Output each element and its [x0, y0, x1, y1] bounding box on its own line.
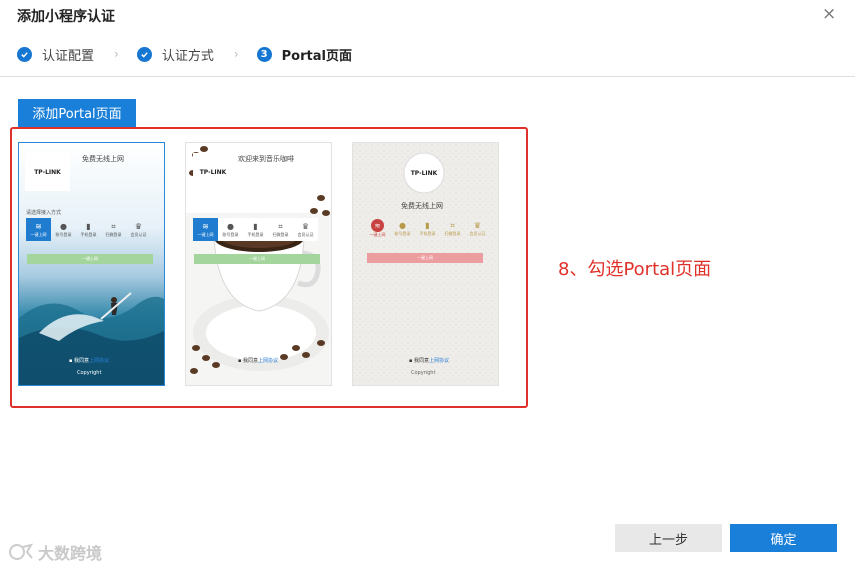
method-label: 一键上网: [197, 231, 214, 237]
add-portal-page-tab[interactable]: 添加Portal页面: [18, 99, 136, 126]
auth-method-oneclick: ≋ 一键上网: [26, 218, 51, 241]
step-number: 3: [256, 46, 272, 62]
method-label: 账号登录: [394, 230, 411, 236]
previous-step-button[interactable]: 上一步: [615, 524, 722, 552]
step-auth-method: 认证方式: [136, 45, 214, 64]
auth-method-oneclick: ≋ 一键上网: [193, 218, 218, 241]
portal-template-card-3[interactable]: TP-LINK 免费无线上网 ≋ 一键上网 ● 账号登录 ▮ 手机登录 ⌗ 扫微登录 ♛…: [352, 142, 499, 386]
agreement-line: ▪ 我同意上网协议: [69, 358, 110, 364]
method-label: 扫微登录: [444, 230, 461, 236]
texture-background-image: [353, 143, 498, 385]
method-label: 请选择接入方式: [26, 210, 62, 216]
template-title: 欢迎来到音乐咖啡: [238, 155, 294, 163]
step-label: 认证方式: [161, 48, 214, 64]
phone-icon: ▮: [253, 221, 258, 231]
agreement-link: 上网协议: [429, 358, 450, 364]
brand-logo: TP-LINK: [410, 169, 438, 177]
method-label: 账号登录: [222, 231, 239, 237]
watermark: 大数跨境: [8, 540, 102, 564]
oneclick-button: 一键上网: [27, 254, 153, 264]
dialog-title: 添加小程序认证: [17, 9, 115, 25]
auth-method-icons: ≋ 一键上网 ● 账号登录 ▮ 手机登录 ⌗ 扫微登录 ♛ 会员认证: [365, 217, 490, 240]
agree-text: 我同意: [413, 358, 429, 364]
close-icon[interactable]: ×: [822, 4, 836, 24]
method-label: 扫微登录: [105, 231, 122, 237]
agreement-line: ▪ 我同意上网协议: [238, 358, 279, 364]
copyright-text: Copyright: [411, 370, 436, 376]
auth-method-phone: ▮ 手机登录: [243, 218, 268, 241]
agreement-line: ▪ 我同意上网协议: [409, 358, 450, 364]
method-label: 手机登录: [80, 231, 97, 237]
method-label: 会员认证: [297, 231, 314, 237]
confirm-button[interactable]: 确定: [730, 524, 837, 552]
auth-method-account: ● 账号登录: [51, 218, 76, 241]
auth-method-scan: ⌗ 扫微登录: [440, 217, 465, 240]
portal-template-card-1[interactable]: TP-LINK 免费无线上网 请选择接入方式 ≋ 一键上网 ● 账号登录 ▮ 手机登录…: [18, 142, 165, 386]
agreement-link: 上网协议: [258, 358, 279, 364]
agree-text: 我同意: [73, 358, 89, 364]
auth-method-phone: ▮ 手机登录: [415, 217, 440, 240]
crown-icon: ♛: [301, 221, 310, 231]
wifi-icon: ≋: [371, 219, 384, 232]
agreement-link: 上网协议: [89, 358, 110, 364]
method-label: 会员认证: [469, 230, 486, 236]
watermark-text: 大数跨境: [38, 544, 103, 563]
header-divider: [0, 76, 855, 77]
copyright-text: Copyright: [77, 370, 102, 376]
phone-icon: ▮: [86, 221, 91, 231]
auth-method-scan: ⌗ 扫微登录: [268, 218, 293, 241]
step-portal-page: 3 Portal页面: [256, 45, 352, 64]
auth-method-account: ● 账号登录: [218, 218, 243, 241]
check-circle-icon: [136, 46, 152, 62]
auth-method-member: ♛ 会员认证: [293, 218, 318, 241]
scan-icon: ⌗: [278, 221, 283, 231]
portal-template-card-2[interactable]: TP-LINK 欢迎来到音乐咖啡 ≋ 一键上网 ● 账号登录 ▮ 手机登录 ⌗ 扫微登录…: [185, 142, 332, 386]
check-circle-icon: [17, 46, 32, 62]
scan-icon: ⌗: [450, 220, 455, 230]
phone-icon: ▮: [425, 220, 430, 230]
crown-icon: ♛: [134, 221, 143, 231]
method-label: 手机登录: [247, 231, 264, 237]
method-label: 扫微登录: [272, 231, 289, 237]
method-label: 账号登录: [55, 231, 72, 237]
chevron-right-icon: ›: [114, 47, 119, 61]
watermark-logo-icon: [9, 543, 34, 560]
crown-icon: ♛: [473, 220, 482, 230]
brand-logo: TP-LINK: [193, 153, 233, 191]
template-title: 免费无线上网: [401, 202, 443, 210]
auth-method-phone: ▮ 手机登录: [76, 218, 101, 241]
auth-method-icons: ≋ 一键上网 ● 账号登录 ▮ 手机登录 ⌗ 扫微登录 ♛ 会员认证: [26, 218, 151, 241]
step-indicator: 认证配置 › 认证方式 › 3 Portal页面: [17, 44, 352, 64]
user-icon: ●: [60, 221, 67, 231]
step-label: 认证配置: [42, 48, 95, 64]
wifi-icon: ≋: [202, 221, 209, 231]
step-auth-config: 认证配置: [17, 45, 94, 64]
user-icon: ●: [399, 220, 406, 230]
step-label: Portal页面: [281, 48, 352, 64]
method-label: 手机登录: [419, 230, 436, 236]
auth-method-scan: ⌗ 扫微登录: [101, 218, 126, 241]
auth-method-icons: ≋ 一键上网 ● 账号登录 ▮ 手机登录 ⌗ 扫微登录 ♛ 会员认证: [193, 218, 318, 241]
auth-method-account: ● 账号登录: [390, 217, 415, 240]
method-label: 会员认证: [130, 231, 147, 237]
chevron-right-icon: ›: [233, 47, 239, 61]
agree-text: 我同意: [242, 358, 258, 364]
auth-method-oneclick: ≋ 一键上网: [365, 217, 390, 240]
method-label: 一键上网: [30, 231, 47, 237]
scan-icon: ⌗: [111, 221, 116, 231]
oneclick-button: 一键上网: [367, 253, 483, 263]
user-icon: ●: [227, 221, 234, 231]
method-label: 一键上网: [369, 232, 386, 237]
wifi-icon: ≋: [35, 221, 42, 231]
oneclick-button: 一键上网: [194, 254, 320, 264]
auth-method-member: ♛ 会员认证: [465, 217, 490, 240]
instruction-annotation: 8、勾选Portal页面: [558, 259, 712, 280]
template-title: 免费无线上网: [82, 155, 124, 163]
brand-logo: TP-LINK: [25, 153, 70, 191]
auth-method-member: ♛ 会员认证: [126, 218, 151, 241]
